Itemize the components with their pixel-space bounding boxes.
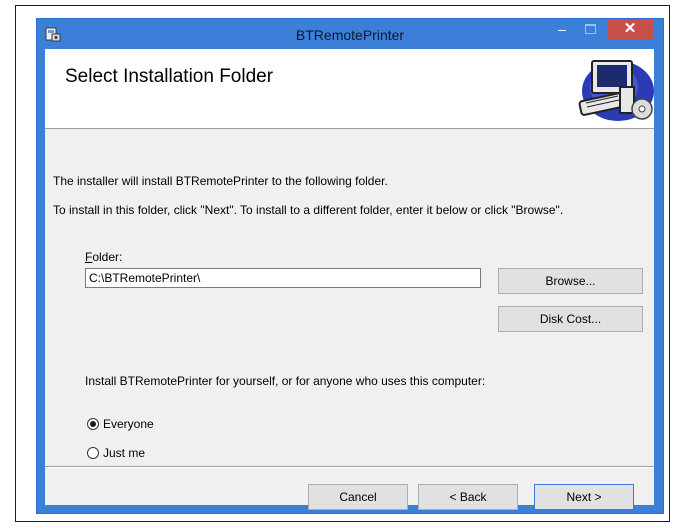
cancel-button[interactable]: Cancel <box>308 484 408 510</box>
minimize-icon: – <box>558 21 566 37</box>
radio-everyone[interactable]: Everyone <box>87 417 154 431</box>
radio-checked-icon[interactable] <box>87 418 99 430</box>
radio-just-me-label: Just me <box>103 446 146 460</box>
folder-label-text: older: <box>92 250 123 264</box>
wizard-header: Select Installation Folder <box>45 49 654 129</box>
radio-everyone-label: Everyone <box>103 417 154 431</box>
maximize-icon <box>585 24 596 34</box>
title-bar[interactable]: BTRemotePrinter – ✕ <box>37 19 663 49</box>
maximize-button[interactable] <box>577 20 603 40</box>
radio-unchecked-icon[interactable] <box>87 447 99 459</box>
installer-window: BTRemotePrinter – ✕ Select Installation … <box>36 18 664 514</box>
browse-button[interactable]: Browse... <box>498 268 643 294</box>
minimize-button[interactable]: – <box>549 20 575 40</box>
computer-disc-header-icon <box>558 53 654 123</box>
footer-divider <box>45 466 654 468</box>
screenshot-frame: BTRemotePrinter – ✕ Select Installation … <box>15 5 670 522</box>
disk-cost-button[interactable]: Disk Cost... <box>498 306 643 332</box>
radio-just-me[interactable]: Just me <box>87 446 145 460</box>
folder-label: Folder: <box>85 250 122 264</box>
close-icon: ✕ <box>623 20 637 37</box>
install-description: The installer will install BTRemotePrint… <box>53 174 388 188</box>
install-for-label: Install BTRemotePrinter for yourself, or… <box>85 374 486 388</box>
back-button[interactable]: < Back <box>418 484 518 510</box>
install-instructions: To install in this folder, click "Next".… <box>53 203 564 217</box>
folder-path-input[interactable] <box>85 268 481 288</box>
page-title: Select Installation Folder <box>65 66 274 87</box>
close-button[interactable]: ✕ <box>607 19 653 40</box>
dialog-client-area: Select Installation Folder The installer… <box>45 49 654 510</box>
next-button[interactable]: Next > <box>534 484 634 510</box>
